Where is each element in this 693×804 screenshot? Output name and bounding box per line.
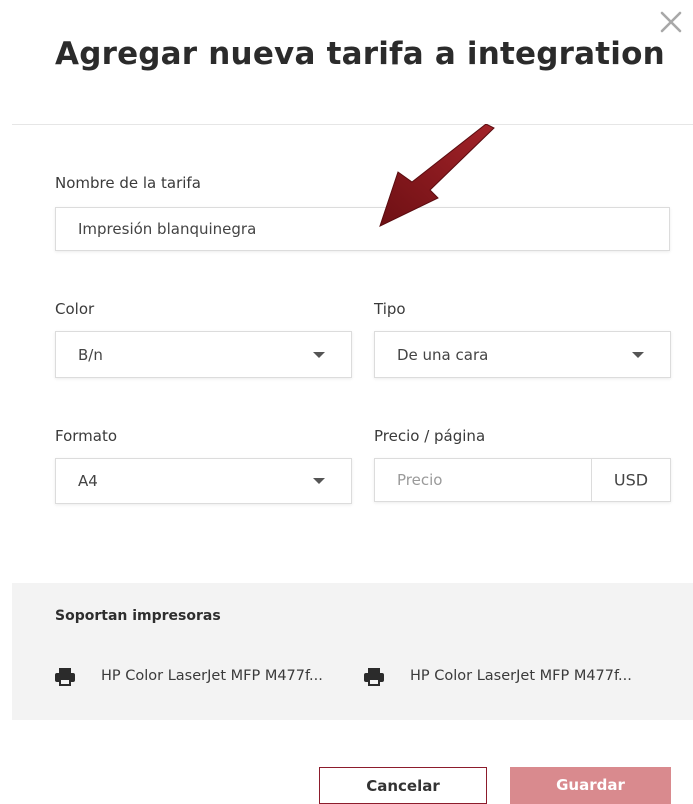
price-input[interactable]: Precio USD — [374, 458, 671, 502]
price-placeholder: Precio — [397, 471, 443, 489]
rate-name-input[interactable]: Impresión blanquinegra — [55, 207, 670, 251]
save-button[interactable]: Guardar — [510, 767, 671, 804]
printer-name: HP Color LaserJet MFP M477f... — [101, 668, 323, 684]
chevron-down-icon — [632, 351, 644, 358]
chevron-down-icon — [313, 478, 325, 484]
close-icon[interactable] — [657, 8, 685, 36]
formato-select[interactable]: A4 — [55, 458, 352, 504]
printer-name: HP Color LaserJet MFP M477f... — [410, 668, 632, 684]
tipo-selected-value: De una cara — [397, 345, 489, 364]
rate-name-value: Impresión blanquinegra — [78, 220, 257, 238]
supported-printers-title: Soportan impresoras — [55, 608, 221, 624]
chevron-down-icon — [313, 351, 325, 358]
printer-icon — [364, 668, 384, 686]
rate-name-label: Nombre de la tarifa — [55, 174, 201, 192]
printer-icon — [55, 668, 75, 686]
color-selected-value: B/n — [78, 345, 103, 364]
currency-addon: USD — [613, 470, 649, 490]
header-divider — [12, 124, 693, 125]
color-label: Color — [55, 300, 95, 318]
formato-label: Formato — [55, 427, 118, 445]
color-select[interactable]: B/n — [55, 331, 352, 378]
cancel-button[interactable]: Cancelar — [319, 767, 487, 804]
dialog-title: Agregar nueva tarifa a integration — [55, 36, 665, 72]
tipo-label: Tipo — [374, 300, 406, 318]
tipo-select[interactable]: De una cara — [374, 331, 671, 378]
formato-selected-value: A4 — [78, 472, 98, 490]
precio-label: Precio / página — [374, 427, 486, 445]
arrow-pointer-icon — [379, 124, 495, 227]
supported-printers-section: Soportan impresoras HP Color LaserJet MF… — [12, 583, 693, 720]
